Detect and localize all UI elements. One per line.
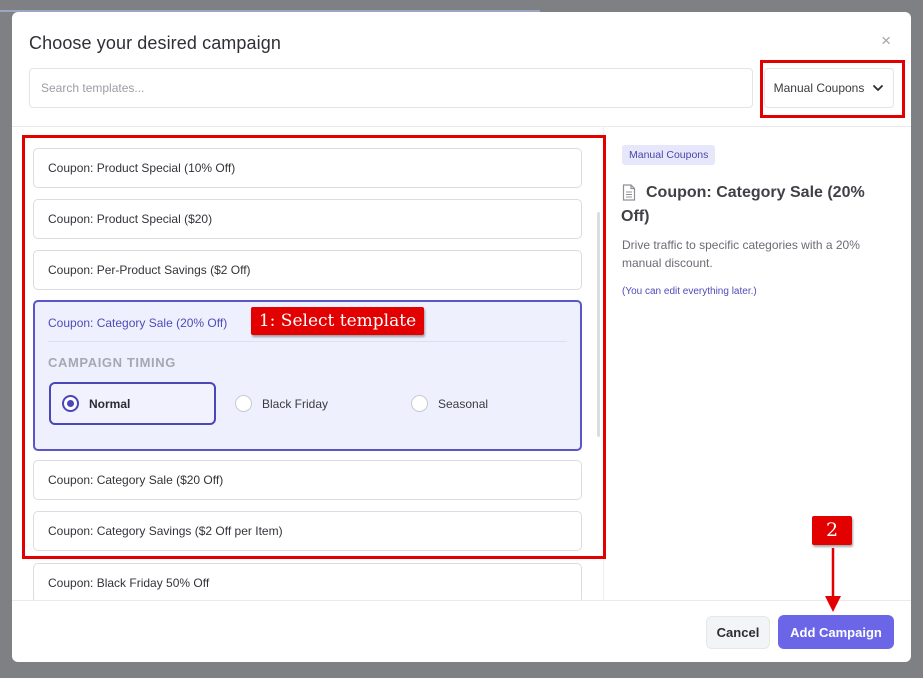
detail-note: (You can edit everything later.) bbox=[622, 286, 757, 297]
category-badge: Manual Coupons bbox=[622, 145, 716, 165]
cancel-button[interactable]: Cancel bbox=[706, 616, 770, 649]
template-card[interactable]: Coupon: Black Friday 50% Off bbox=[33, 563, 582, 600]
annotation-step-1: 1: Select template bbox=[251, 307, 424, 335]
campaign-modal: Choose your desired campaign × Manual Co… bbox=[12, 12, 911, 662]
annotation-highlight-filter bbox=[760, 60, 905, 118]
modal-title: Choose your desired campaign bbox=[29, 33, 281, 53]
footer-divider bbox=[12, 600, 911, 601]
detail-description: Drive traffic to specific categories wit… bbox=[622, 238, 860, 270]
template-label: Coupon: Black Friday 50% Off bbox=[48, 576, 210, 590]
close-icon[interactable]: × bbox=[881, 32, 891, 49]
search-input[interactable] bbox=[29, 68, 753, 108]
add-campaign-button[interactable]: Add Campaign bbox=[778, 615, 894, 649]
annotation-highlight-list bbox=[22, 135, 606, 559]
annotation-step-2: 2 bbox=[812, 516, 852, 545]
annotation-arrow-icon bbox=[825, 548, 841, 612]
detail-title: Coupon: Category Sale (20% Off) bbox=[621, 184, 865, 225]
